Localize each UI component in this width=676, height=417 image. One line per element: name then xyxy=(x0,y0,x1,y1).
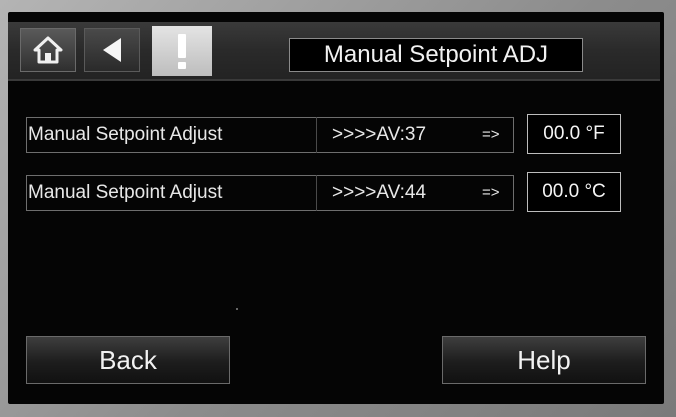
back-arrow-icon xyxy=(103,38,121,62)
header-divider xyxy=(8,79,660,81)
value-text: 00.0 °F xyxy=(543,123,605,144)
page-title-box: Manual Setpoint ADJ xyxy=(289,38,583,72)
row-label: Manual Setpoint Adjust xyxy=(28,124,223,145)
screen-dot xyxy=(236,308,238,310)
home-icon xyxy=(33,36,63,64)
help-button-label: Help xyxy=(517,344,571,375)
alarm-exclamation-icon xyxy=(178,34,186,69)
back-arrow-button[interactable] xyxy=(84,28,140,72)
row-object-reference: >>>>AV:44 xyxy=(332,182,427,203)
page-title: Manual Setpoint ADJ xyxy=(323,41,549,68)
setpoint-value-celsius[interactable]: 00.0 °C xyxy=(527,172,621,212)
alarm-button[interactable] xyxy=(152,26,212,76)
help-button[interactable]: Help xyxy=(442,336,646,384)
back-button[interactable]: Back xyxy=(26,336,230,384)
setpoint-value-fahrenheit[interactable]: 00.0 °F xyxy=(527,114,621,154)
row-arrow: => xyxy=(482,126,500,143)
row-label: Manual Setpoint Adjust xyxy=(28,182,223,203)
top-bar: Manual Setpoint ADJ xyxy=(8,22,660,79)
row-object-reference: >>>>AV:37 xyxy=(332,124,427,145)
value-text: 00.0 °C xyxy=(542,181,606,202)
row-arrow: => xyxy=(482,184,500,201)
home-button[interactable] xyxy=(20,28,76,72)
back-button-label: Back xyxy=(99,344,157,375)
